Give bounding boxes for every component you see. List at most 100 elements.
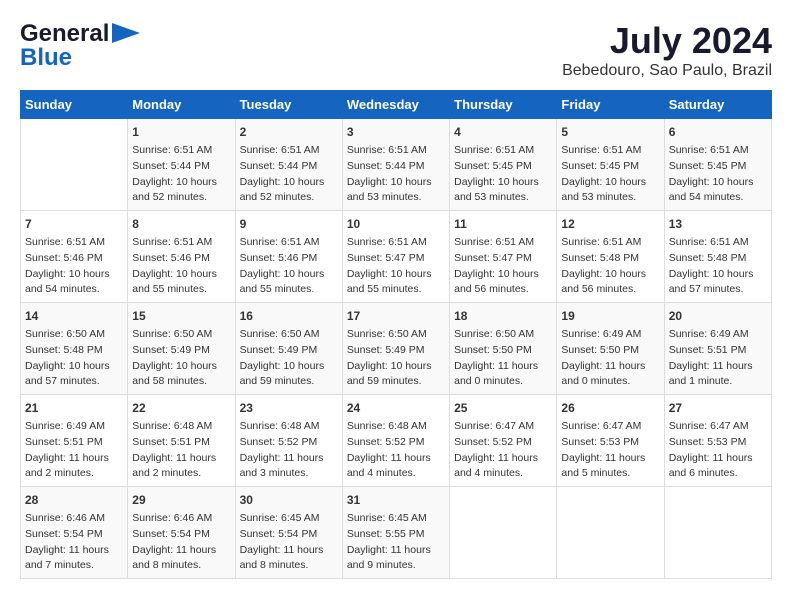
day-number: 31 xyxy=(347,491,445,509)
calendar-cell: 27 Sunrise: 6:47 AMSunset: 5:53 PMDayligh… xyxy=(664,395,771,487)
day-info-line: Sunset: 5:55 PM xyxy=(347,527,445,543)
day-number: 27 xyxy=(669,399,767,417)
day-info-line: Daylight: 11 hours xyxy=(25,451,123,467)
day-info-line: Sunset: 5:48 PM xyxy=(669,251,767,267)
calendar-cell: 9Sunrise: 6:51 AMSunset: 5:46 PMDaylight… xyxy=(235,211,342,303)
calendar-cell xyxy=(21,119,128,211)
day-number: 21 xyxy=(25,399,123,417)
calendar-cell: 11Sunrise: 6:51 AMSunset: 5:47 PMDayligh… xyxy=(450,211,557,303)
day-info-line: Sunrise: 6:46 AM xyxy=(132,511,230,527)
day-info-line: Sunset: 5:47 PM xyxy=(454,251,552,267)
day-info-line: Sunset: 5:52 PM xyxy=(240,435,338,451)
day-info-line: Sunrise: 6:51 AM xyxy=(240,235,338,251)
day-info-line: and 59 minutes. xyxy=(347,374,445,390)
day-info-line: Daylight: 11 hours xyxy=(454,359,552,375)
day-info-line: Daylight: 11 hours xyxy=(561,359,659,375)
day-number: 26 xyxy=(561,399,659,417)
day-info-line: Sunrise: 6:50 AM xyxy=(347,327,445,343)
day-info-line: Daylight: 10 hours xyxy=(240,359,338,375)
day-info-line: Sunset: 5:53 PM xyxy=(561,435,659,451)
day-info-line: and 59 minutes. xyxy=(240,374,338,390)
day-info-line: Daylight: 10 hours xyxy=(25,267,123,283)
day-number: 24 xyxy=(347,399,445,417)
calendar-cell xyxy=(450,487,557,579)
day-number: 8 xyxy=(132,215,230,233)
day-info-line: Daylight: 11 hours xyxy=(240,451,338,467)
day-info-line: and 57 minutes. xyxy=(669,282,767,298)
day-info-line: Daylight: 11 hours xyxy=(561,451,659,467)
calendar-cell: 21Sunrise: 6:49 AMSunset: 5:51 PMDayligh… xyxy=(21,395,128,487)
calendar-cell: 20Sunrise: 6:49 AMSunset: 5:51 PMDayligh… xyxy=(664,303,771,395)
day-info-line: Sunrise: 6:51 AM xyxy=(669,235,767,251)
day-info-line: Daylight: 11 hours xyxy=(454,451,552,467)
day-number: 1 xyxy=(132,123,230,141)
calendar-cell: 17Sunrise: 6:50 AMSunset: 5:49 PMDayligh… xyxy=(342,303,449,395)
day-info-line: Sunrise: 6:48 AM xyxy=(240,419,338,435)
day-info-line: Sunrise: 6:51 AM xyxy=(347,143,445,159)
location-text: Bebedouro, Sao Paulo, Brazil xyxy=(562,62,772,80)
day-info-line: Sunset: 5:53 PM xyxy=(669,435,767,451)
calendar-cell: 30Sunrise: 6:45 AMSunset: 5:54 PMDayligh… xyxy=(235,487,342,579)
day-info-line: and 3 minutes. xyxy=(240,466,338,482)
calendar-week-row: 28Sunrise: 6:46 AMSunset: 5:54 PMDayligh… xyxy=(21,487,772,579)
weekday-header-monday: Monday xyxy=(128,91,235,119)
calendar-cell: 4Sunrise: 6:51 AMSunset: 5:45 PMDaylight… xyxy=(450,119,557,211)
calendar-week-row: 14Sunrise: 6:50 AMSunset: 5:48 PMDayligh… xyxy=(21,303,772,395)
day-info-line: Sunrise: 6:48 AM xyxy=(132,419,230,435)
day-info-line: and 57 minutes. xyxy=(25,374,123,390)
day-info-line: Sunrise: 6:47 AM xyxy=(669,419,767,435)
day-number: 19 xyxy=(561,307,659,325)
day-info-line: Sunrise: 6:51 AM xyxy=(561,143,659,159)
day-info-line: Daylight: 11 hours xyxy=(240,543,338,559)
day-info-line: Daylight: 11 hours xyxy=(669,451,767,467)
day-info-line: Sunrise: 6:50 AM xyxy=(132,327,230,343)
day-info-line: Sunset: 5:46 PM xyxy=(240,251,338,267)
day-info-line: Sunrise: 6:46 AM xyxy=(25,511,123,527)
day-info-line: and 53 minutes. xyxy=(454,190,552,206)
calendar-cell: 12Sunrise: 6:51 AMSunset: 5:48 PMDayligh… xyxy=(557,211,664,303)
day-number: 6 xyxy=(669,123,767,141)
weekday-header-tuesday: Tuesday xyxy=(235,91,342,119)
day-info-line: Sunrise: 6:45 AM xyxy=(240,511,338,527)
day-info-line: Sunset: 5:52 PM xyxy=(454,435,552,451)
day-info-line: and 8 minutes. xyxy=(132,558,230,574)
day-info-line: and 5 minutes. xyxy=(561,466,659,482)
day-number: 5 xyxy=(561,123,659,141)
day-info-line: Daylight: 10 hours xyxy=(347,267,445,283)
day-number: 4 xyxy=(454,123,552,141)
calendar-cell: 29Sunrise: 6:46 AMSunset: 5:54 PMDayligh… xyxy=(128,487,235,579)
day-number: 10 xyxy=(347,215,445,233)
day-info-line: Sunrise: 6:51 AM xyxy=(347,235,445,251)
day-number: 22 xyxy=(132,399,230,417)
day-info-line: and 54 minutes. xyxy=(25,282,123,298)
day-info-line: and 1 minute. xyxy=(669,374,767,390)
calendar-cell: 19Sunrise: 6:49 AMSunset: 5:50 PMDayligh… xyxy=(557,303,664,395)
day-info-line: Sunset: 5:45 PM xyxy=(454,159,552,175)
title-block: July 2024 Bebedouro, Sao Paulo, Brazil xyxy=(562,20,772,80)
day-info-line: Sunset: 5:49 PM xyxy=(240,343,338,359)
calendar-cell: 5Sunrise: 6:51 AMSunset: 5:45 PMDaylight… xyxy=(557,119,664,211)
day-info-line: and 2 minutes. xyxy=(132,466,230,482)
day-info-line: Sunset: 5:51 PM xyxy=(132,435,230,451)
weekday-header-friday: Friday xyxy=(557,91,664,119)
day-info-line: Sunset: 5:44 PM xyxy=(132,159,230,175)
day-info-line: and 55 minutes. xyxy=(132,282,230,298)
calendar-week-row: 1Sunrise: 6:51 AMSunset: 5:44 PMDaylight… xyxy=(21,119,772,211)
day-info-line: Sunrise: 6:49 AM xyxy=(669,327,767,343)
calendar-cell: 23Sunrise: 6:48 AMSunset: 5:52 PMDayligh… xyxy=(235,395,342,487)
day-info-line: and 52 minutes. xyxy=(240,190,338,206)
day-number: 16 xyxy=(240,307,338,325)
weekday-header-saturday: Saturday xyxy=(664,91,771,119)
day-info-line: Sunrise: 6:49 AM xyxy=(561,327,659,343)
calendar-week-row: 7Sunrise: 6:51 AMSunset: 5:46 PMDaylight… xyxy=(21,211,772,303)
day-info-line: and 56 minutes. xyxy=(561,282,659,298)
calendar-cell: 22Sunrise: 6:48 AMSunset: 5:51 PMDayligh… xyxy=(128,395,235,487)
day-info-line: Daylight: 11 hours xyxy=(347,451,445,467)
day-info-line: Sunset: 5:50 PM xyxy=(454,343,552,359)
day-info-line: Sunset: 5:48 PM xyxy=(25,343,123,359)
calendar-cell: 31Sunrise: 6:45 AMSunset: 5:55 PMDayligh… xyxy=(342,487,449,579)
calendar-cell: 8Sunrise: 6:51 AMSunset: 5:46 PMDaylight… xyxy=(128,211,235,303)
calendar-cell: 7Sunrise: 6:51 AMSunset: 5:46 PMDaylight… xyxy=(21,211,128,303)
calendar-cell: 16Sunrise: 6:50 AMSunset: 5:49 PMDayligh… xyxy=(235,303,342,395)
day-number: 28 xyxy=(25,491,123,509)
